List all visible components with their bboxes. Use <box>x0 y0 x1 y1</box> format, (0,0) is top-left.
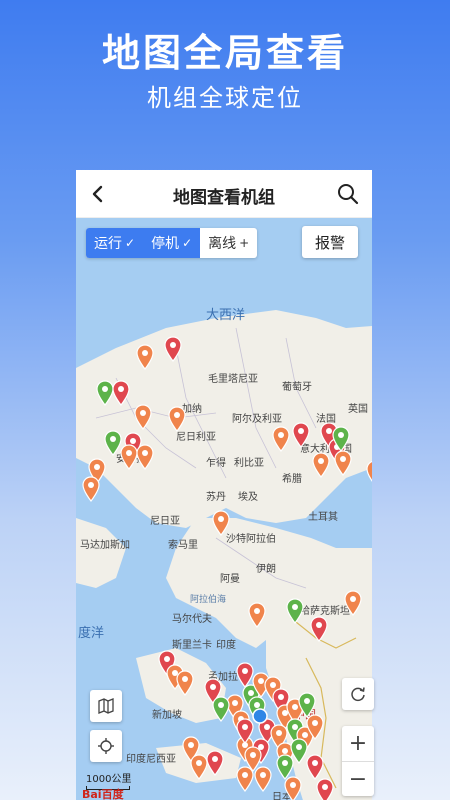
status-filter-bar: 运行 ✓ 停机 ✓ 离线 + <box>86 228 258 258</box>
unit-marker-icon[interactable] <box>298 692 316 718</box>
label-oman: 阿曼 <box>220 574 240 585</box>
unit-marker-icon[interactable] <box>236 766 254 792</box>
label-turkey: 土耳其 <box>308 512 338 523</box>
unit-marker-icon[interactable] <box>316 778 334 800</box>
locate-button[interactable] <box>90 730 122 762</box>
label-yemen: 伊朗 <box>256 564 276 575</box>
unit-marker-icon[interactable] <box>254 766 272 792</box>
unit-marker-icon[interactable] <box>112 380 130 406</box>
unit-marker-icon[interactable] <box>312 452 330 478</box>
label-uk: 英国 <box>348 404 368 415</box>
promo-subtitle: 机组全球定位 <box>147 84 303 112</box>
label-arabian-sea: 阿拉伯海 <box>190 595 227 605</box>
unit-marker-icon[interactable] <box>334 450 352 476</box>
unit-marker-icon[interactable] <box>272 426 290 452</box>
zoom-in-button[interactable]: + <box>342 726 374 761</box>
unit-marker-icon[interactable] <box>176 670 194 696</box>
label-indonesia: 印度尼西亚 <box>126 754 176 765</box>
unit-marker-icon[interactable] <box>306 754 324 780</box>
page-title: 地图查看机组 <box>173 188 275 208</box>
label-sri-lanka: 斯里兰卡 <box>172 640 212 651</box>
label-egypt: 埃及 <box>238 492 258 503</box>
unit-marker-icon[interactable] <box>136 344 154 370</box>
label-atlantic: 大西洋 <box>206 308 246 323</box>
label-algeria: 阿尔及利亚 <box>232 414 282 425</box>
unit-marker-icon[interactable] <box>164 336 182 362</box>
crosshair-icon <box>98 738 114 754</box>
filter-offline[interactable]: 离线 + <box>200 228 257 258</box>
filter-stopped[interactable]: 停机 ✓ <box>143 228 201 258</box>
label-libya: 利比亚 <box>234 458 264 469</box>
unit-marker-icon[interactable] <box>332 426 350 452</box>
label-newguinea: 新加坡 <box>152 710 182 721</box>
label-sudan: 苏丹 <box>206 492 226 503</box>
scale-label: 1000公里 <box>86 774 132 785</box>
filter-running[interactable]: 运行 ✓ <box>86 228 144 258</box>
search-icon[interactable] <box>334 180 362 208</box>
label-saudi: 沙特阿拉伯 <box>226 534 276 545</box>
unit-marker-icon[interactable] <box>248 602 266 628</box>
label-maldives: 马尔代夫 <box>172 614 212 625</box>
unit-marker-icon[interactable] <box>136 444 154 470</box>
unit-marker-icon[interactable] <box>212 510 230 536</box>
unit-marker-icon[interactable] <box>344 590 362 616</box>
label-indian-ocean: 度洋 <box>78 626 105 641</box>
refresh-icon <box>351 687 365 702</box>
refresh-button[interactable] <box>342 678 374 710</box>
unit-marker-icon[interactable] <box>82 476 100 502</box>
label-kazakhstan: 哈萨克斯坦 <box>300 606 350 617</box>
zoom-out-button[interactable]: − <box>342 761 374 796</box>
label-nigeria: 尼日亚 <box>150 516 180 527</box>
unit-marker-icon[interactable] <box>286 598 304 624</box>
unit-marker-icon[interactable] <box>310 616 328 642</box>
label-madagascar: 马达加斯加 <box>80 540 130 551</box>
top-bar: 地图查看机组 <box>76 170 372 218</box>
unit-marker-icon[interactable] <box>366 460 372 486</box>
baidu-logo: Bai百度 <box>82 788 124 800</box>
label-india: 印度 <box>216 640 236 651</box>
label-greece: 希腊 <box>282 474 302 485</box>
map-book-icon <box>98 698 114 714</box>
unit-marker-icon[interactable] <box>284 776 302 800</box>
zoom-controls: + − <box>342 726 374 796</box>
map-layer-button[interactable] <box>90 690 122 722</box>
label-chad: 乍得 <box>206 458 226 469</box>
unit-marker-icon[interactable] <box>134 404 152 430</box>
unit-marker-icon[interactable] <box>206 750 224 776</box>
unit-marker-icon[interactable] <box>190 754 208 780</box>
current-location-dot <box>252 708 268 724</box>
alarm-button[interactable]: 报警 <box>302 226 358 258</box>
label-somalia: 索马里 <box>168 540 198 551</box>
label-portugal: 葡萄牙 <box>282 382 312 393</box>
unit-marker-icon[interactable] <box>212 696 230 722</box>
unit-marker-icon[interactable] <box>292 422 310 448</box>
promo-title: 地图全局查看 <box>101 31 348 75</box>
unit-marker-icon[interactable] <box>168 406 186 432</box>
label-mauritania: 毛里塔尼亚 <box>208 374 258 385</box>
